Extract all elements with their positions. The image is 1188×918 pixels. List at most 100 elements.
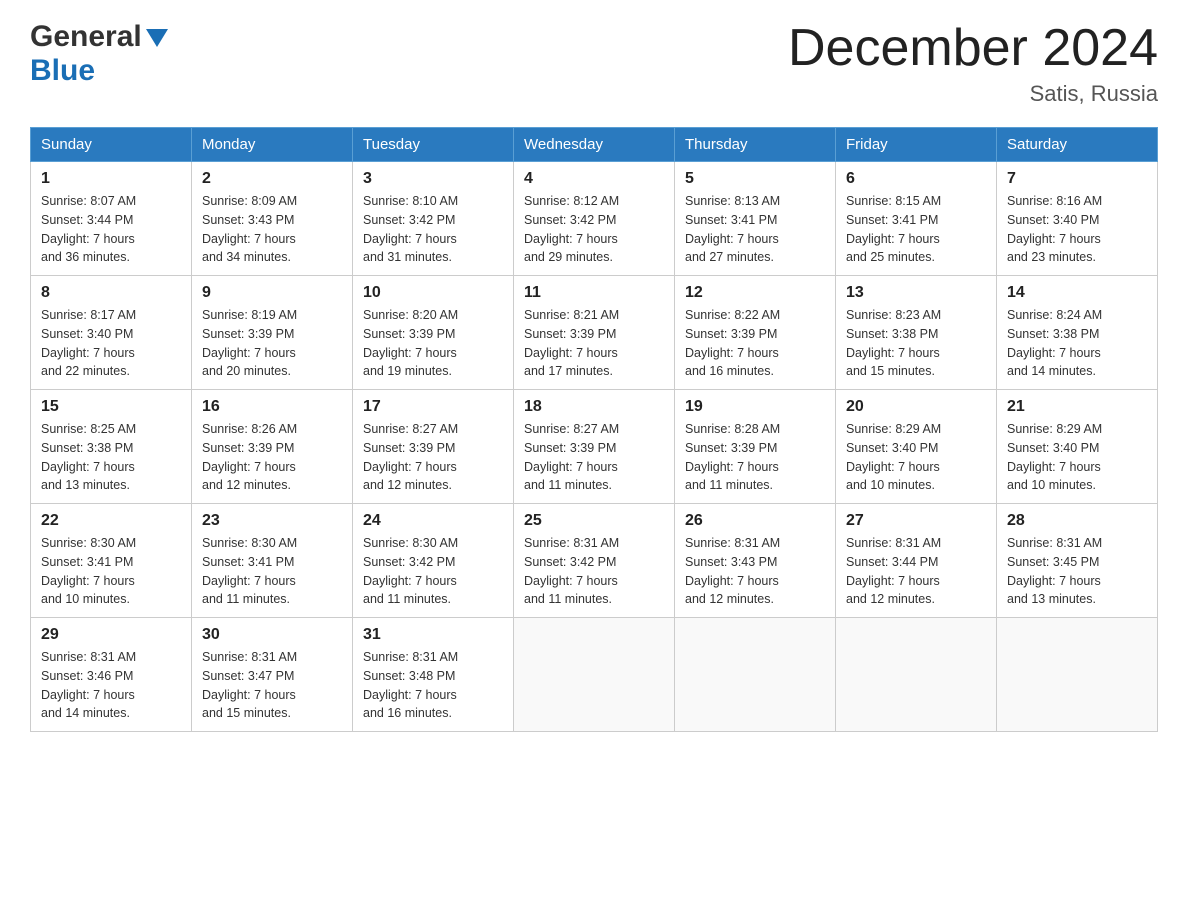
- day-number: 21: [1007, 398, 1147, 416]
- day-number: 24: [363, 512, 503, 530]
- logo-general-text: General: [30, 20, 142, 54]
- day-info: Sunrise: 8:23 AMSunset: 3:38 PMDaylight:…: [846, 306, 986, 381]
- calendar-cell: 10Sunrise: 8:20 AMSunset: 3:39 PMDayligh…: [353, 276, 514, 390]
- day-info: Sunrise: 8:21 AMSunset: 3:39 PMDaylight:…: [524, 306, 664, 381]
- calendar-cell: 2 Sunrise: 8:09 AMSunset: 3:43 PMDaylight…: [192, 162, 353, 276]
- calendar-cell: [514, 618, 675, 732]
- day-info: Sunrise: 8:30 AMSunset: 3:41 PMDaylight:…: [41, 534, 181, 609]
- day-number: 31: [363, 626, 503, 644]
- day-number: 29: [41, 626, 181, 644]
- calendar-cell: 29 Sunrise: 8:31 AMSunset: 3:46 PMDayligh…: [31, 618, 192, 732]
- day-info: Sunrise: 8:31 AMSunset: 3:44 PMDaylight:…: [846, 534, 986, 609]
- day-number: 28: [1007, 512, 1147, 530]
- day-number: 8: [41, 284, 181, 302]
- day-info: Sunrise: 8:25 AMSunset: 3:38 PMDaylight:…: [41, 420, 181, 495]
- calendar-week-row: 1Sunrise: 8:07 AMSunset: 3:44 PMDaylight…: [31, 162, 1158, 276]
- day-number: 7: [1007, 170, 1147, 188]
- day-info: Sunrise: 8:27 AMSunset: 3:39 PMDaylight:…: [524, 420, 664, 495]
- day-info: Sunrise: 8:29 AMSunset: 3:40 PMDaylight:…: [1007, 420, 1147, 495]
- day-info: Sunrise: 8:28 AMSunset: 3:39 PMDaylight:…: [685, 420, 825, 495]
- calendar-cell: 12 Sunrise: 8:22 AMSunset: 3:39 PMDayligh…: [675, 276, 836, 390]
- day-number: 6: [846, 170, 986, 188]
- day-number: 15: [41, 398, 181, 416]
- day-info: Sunrise: 8:15 AMSunset: 3:41 PMDaylight:…: [846, 192, 986, 267]
- day-info: Sunrise: 8:30 AMSunset: 3:42 PMDaylight:…: [363, 534, 503, 609]
- calendar-cell: 4 Sunrise: 8:12 AMSunset: 3:42 PMDaylight…: [514, 162, 675, 276]
- day-info: Sunrise: 8:31 AMSunset: 3:45 PMDaylight:…: [1007, 534, 1147, 609]
- day-number: 22: [41, 512, 181, 530]
- day-info: Sunrise: 8:29 AMSunset: 3:40 PMDaylight:…: [846, 420, 986, 495]
- day-info: Sunrise: 8:31 AMSunset: 3:48 PMDaylight:…: [363, 648, 503, 723]
- calendar-cell: [997, 618, 1158, 732]
- day-info: Sunrise: 8:20 AMSunset: 3:39 PMDaylight:…: [363, 306, 503, 381]
- calendar-cell: 9 Sunrise: 8:19 AMSunset: 3:39 PMDaylight…: [192, 276, 353, 390]
- day-info: Sunrise: 8:31 AMSunset: 3:42 PMDaylight:…: [524, 534, 664, 609]
- calendar-cell: 16Sunrise: 8:26 AMSunset: 3:39 PMDayligh…: [192, 390, 353, 504]
- calendar-cell: 7 Sunrise: 8:16 AMSunset: 3:40 PMDaylight…: [997, 162, 1158, 276]
- weekday-header-tuesday: Tuesday: [353, 128, 514, 162]
- location-text: Satis, Russia: [788, 81, 1158, 107]
- day-number: 23: [202, 512, 342, 530]
- calendar-cell: 18 Sunrise: 8:27 AMSunset: 3:39 PMDayligh…: [514, 390, 675, 504]
- calendar-cell: 3 Sunrise: 8:10 AMSunset: 3:42 PMDaylight…: [353, 162, 514, 276]
- calendar-cell: 25 Sunrise: 8:31 AMSunset: 3:42 PMDayligh…: [514, 504, 675, 618]
- day-info: Sunrise: 8:13 AMSunset: 3:41 PMDaylight:…: [685, 192, 825, 267]
- calendar-cell: 31 Sunrise: 8:31 AMSunset: 3:48 PMDayligh…: [353, 618, 514, 732]
- calendar-header-row: SundayMondayTuesdayWednesdayThursdayFrid…: [31, 128, 1158, 162]
- day-info: Sunrise: 8:31 AMSunset: 3:43 PMDaylight:…: [685, 534, 825, 609]
- weekday-header-friday: Friday: [836, 128, 997, 162]
- day-number: 17: [363, 398, 503, 416]
- calendar-week-row: 8Sunrise: 8:17 AMSunset: 3:40 PMDaylight…: [31, 276, 1158, 390]
- calendar-cell: 17 Sunrise: 8:27 AMSunset: 3:39 PMDayligh…: [353, 390, 514, 504]
- logo-blue-text: Blue: [30, 54, 95, 87]
- day-info: Sunrise: 8:16 AMSunset: 3:40 PMDaylight:…: [1007, 192, 1147, 267]
- day-number: 4: [524, 170, 664, 188]
- calendar-cell: 5 Sunrise: 8:13 AMSunset: 3:41 PMDaylight…: [675, 162, 836, 276]
- calendar-table: SundayMondayTuesdayWednesdayThursdayFrid…: [30, 127, 1158, 732]
- calendar-cell: 19 Sunrise: 8:28 AMSunset: 3:39 PMDayligh…: [675, 390, 836, 504]
- day-number: 3: [363, 170, 503, 188]
- day-number: 13: [846, 284, 986, 302]
- calendar-cell: [836, 618, 997, 732]
- calendar-cell: 28 Sunrise: 8:31 AMSunset: 3:45 PMDayligh…: [997, 504, 1158, 618]
- day-number: 20: [846, 398, 986, 416]
- calendar-cell: 6 Sunrise: 8:15 AMSunset: 3:41 PMDaylight…: [836, 162, 997, 276]
- day-info: Sunrise: 8:31 AMSunset: 3:46 PMDaylight:…: [41, 648, 181, 723]
- day-info: Sunrise: 8:09 AMSunset: 3:43 PMDaylight:…: [202, 192, 342, 267]
- day-number: 9: [202, 284, 342, 302]
- calendar-cell: 24 Sunrise: 8:30 AMSunset: 3:42 PMDayligh…: [353, 504, 514, 618]
- day-number: 25: [524, 512, 664, 530]
- day-number: 18: [524, 398, 664, 416]
- day-number: 5: [685, 170, 825, 188]
- weekday-header-saturday: Saturday: [997, 128, 1158, 162]
- day-info: Sunrise: 8:12 AMSunset: 3:42 PMDaylight:…: [524, 192, 664, 267]
- calendar-cell: 26 Sunrise: 8:31 AMSunset: 3:43 PMDayligh…: [675, 504, 836, 618]
- calendar-week-row: 15 Sunrise: 8:25 AMSunset: 3:38 PMDayligh…: [31, 390, 1158, 504]
- logo-triangle-icon: [144, 25, 170, 51]
- month-title: December 2024: [788, 20, 1158, 77]
- calendar-cell: 23 Sunrise: 8:30 AMSunset: 3:41 PMDayligh…: [192, 504, 353, 618]
- day-number: 11: [524, 284, 664, 302]
- day-info: Sunrise: 8:27 AMSunset: 3:39 PMDaylight:…: [363, 420, 503, 495]
- day-info: Sunrise: 8:19 AMSunset: 3:39 PMDaylight:…: [202, 306, 342, 381]
- day-info: Sunrise: 8:31 AMSunset: 3:47 PMDaylight:…: [202, 648, 342, 723]
- day-info: Sunrise: 8:30 AMSunset: 3:41 PMDaylight:…: [202, 534, 342, 609]
- day-number: 12: [685, 284, 825, 302]
- title-block: December 2024 Satis, Russia: [788, 20, 1158, 107]
- calendar-cell: 8Sunrise: 8:17 AMSunset: 3:40 PMDaylight…: [31, 276, 192, 390]
- day-info: Sunrise: 8:10 AMSunset: 3:42 PMDaylight:…: [363, 192, 503, 267]
- day-number: 19: [685, 398, 825, 416]
- weekday-header-sunday: Sunday: [31, 128, 192, 162]
- calendar-cell: 20 Sunrise: 8:29 AMSunset: 3:40 PMDayligh…: [836, 390, 997, 504]
- day-number: 2: [202, 170, 342, 188]
- calendar-cell: 22 Sunrise: 8:30 AMSunset: 3:41 PMDayligh…: [31, 504, 192, 618]
- day-number: 26: [685, 512, 825, 530]
- weekday-header-monday: Monday: [192, 128, 353, 162]
- day-info: Sunrise: 8:22 AMSunset: 3:39 PMDaylight:…: [685, 306, 825, 381]
- calendar-week-row: 22 Sunrise: 8:30 AMSunset: 3:41 PMDayligh…: [31, 504, 1158, 618]
- weekday-header-thursday: Thursday: [675, 128, 836, 162]
- calendar-cell: 15 Sunrise: 8:25 AMSunset: 3:38 PMDayligh…: [31, 390, 192, 504]
- calendar-cell: 21 Sunrise: 8:29 AMSunset: 3:40 PMDayligh…: [997, 390, 1158, 504]
- day-number: 16: [202, 398, 342, 416]
- calendar-cell: [675, 618, 836, 732]
